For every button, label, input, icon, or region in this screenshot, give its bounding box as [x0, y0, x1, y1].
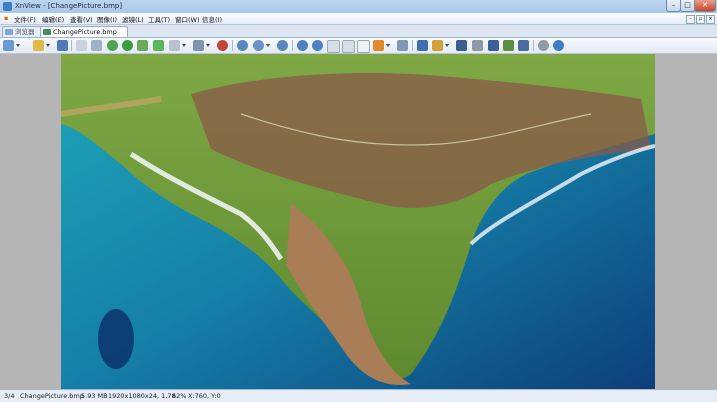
chevron-down-icon[interactable]: [46, 44, 50, 47]
browser-tab-icon: [5, 29, 13, 35]
browse-icon[interactable]: [3, 40, 14, 51]
zoom-fit-icon[interactable]: [253, 40, 264, 51]
chevron-down-icon[interactable]: [445, 44, 449, 47]
chevron-down-icon[interactable]: [386, 44, 390, 47]
menu-document-icon[interactable]: ▪: [4, 14, 8, 22]
adjust-icon[interactable]: [169, 40, 180, 51]
chevron-down-icon[interactable]: [266, 44, 270, 47]
rotate-icon[interactable]: [397, 40, 408, 51]
toolbar-separator: [412, 40, 413, 51]
mdi-close-icon[interactable]: ×: [706, 15, 715, 24]
settings-icon[interactable]: [538, 40, 549, 51]
properties-icon[interactable]: [91, 40, 102, 51]
toolbar-separator: [71, 40, 72, 51]
title-bar[interactable]: XnView - [ChangePicture.bmp] – □ ✕: [0, 0, 717, 13]
menu-file[interactable]: 文件(F): [14, 14, 36, 24]
copy-icon[interactable]: [137, 40, 148, 51]
menu-bar: ▪ 文件(F) 编辑(E) 查看(V) 图像(I) 滤镜(L) 工具(T) 窗口…: [0, 13, 717, 25]
image-index: 3/4: [4, 392, 15, 400]
search-icon[interactable]: [456, 40, 467, 51]
photo-icon[interactable]: [503, 40, 514, 51]
window-title: XnView - [ChangePicture.bmp]: [15, 2, 123, 10]
previous-icon[interactable]: [297, 40, 308, 51]
slideshow-icon[interactable]: [357, 40, 370, 53]
minimize-button[interactable]: –: [666, 0, 681, 12]
next-icon[interactable]: [312, 40, 323, 51]
tab-image-file[interactable]: ChangePicture.bmp: [40, 26, 128, 37]
refresh-icon[interactable]: [122, 40, 133, 51]
xnview-app-icon[interactable]: [3, 2, 12, 11]
globe-icon[interactable]: [107, 40, 118, 51]
chevron-down-icon[interactable]: [182, 44, 186, 47]
status-bar: 3/4 ChangePicture.bmp 5.93 MB 1920x1080x…: [0, 389, 717, 402]
fullscreen-icon[interactable]: [417, 40, 428, 51]
zoom-out-icon[interactable]: [277, 40, 288, 51]
mdi-window-controls: – ▫ ×: [685, 14, 715, 24]
chevron-down-icon[interactable]: [206, 44, 210, 47]
first-icon[interactable]: [327, 40, 340, 53]
scanner-icon[interactable]: [488, 40, 499, 51]
paste-icon[interactable]: [153, 40, 164, 51]
last-icon[interactable]: [342, 40, 355, 53]
toolbar-separator: [292, 40, 293, 51]
menu-window[interactable]: 窗口(W): [175, 14, 200, 24]
photo-canvas[interactable]: [61, 54, 655, 389]
camera-icon[interactable]: [518, 40, 529, 51]
maximize-button[interactable]: □: [680, 0, 695, 12]
status-filesize: 5.93 MB: [81, 392, 108, 400]
status-zoom: 62%: [172, 392, 187, 400]
status-dimensions: 1920x1080x24, 1.78: [108, 392, 176, 400]
resize-icon[interactable]: [193, 40, 204, 51]
menu-info[interactable]: 信息(I): [202, 14, 222, 24]
tab-file-label: ChangePicture.bmp: [53, 28, 117, 36]
mdi-restore-icon[interactable]: ▫: [696, 15, 705, 24]
toolbar-separator: [232, 40, 233, 51]
status-coordinates: X:760, Y:0: [188, 392, 221, 400]
tab-bar: 浏览器 ChangePicture.bmp: [0, 25, 717, 38]
capture-icon[interactable]: [432, 40, 443, 51]
toolbar: [0, 38, 717, 54]
xnview-window: XnView - [ChangePicture.bmp] – □ ✕ ▪ 文件(…: [0, 0, 717, 402]
color-icon[interactable]: [217, 40, 228, 51]
toolbar-separator: [533, 40, 534, 51]
crop-icon[interactable]: [373, 40, 384, 51]
print-icon[interactable]: [472, 40, 483, 51]
info-icon[interactable]: [553, 40, 564, 51]
menu-image[interactable]: 图像(I): [97, 14, 117, 24]
status-filename: ChangePicture.bmp: [20, 392, 84, 400]
mdi-minimize-icon[interactable]: –: [686, 15, 695, 24]
save-icon[interactable]: [57, 40, 68, 51]
image-viewer[interactable]: [0, 54, 717, 389]
chevron-down-icon[interactable]: [16, 44, 20, 47]
print-preview-icon[interactable]: [76, 40, 87, 51]
tab-browser-label: 浏览器: [15, 28, 35, 36]
menu-filter[interactable]: 滤镜(L): [122, 14, 144, 24]
menu-edit[interactable]: 编辑(E): [42, 14, 64, 24]
open-folder-icon[interactable]: [33, 40, 44, 51]
close-button[interactable]: ✕: [694, 0, 716, 12]
menu-tools[interactable]: 工具(T): [148, 14, 170, 24]
image-tab-icon: [43, 29, 51, 35]
menu-view[interactable]: 查看(V): [70, 14, 93, 24]
seabed-shadow: [98, 309, 134, 369]
zoom-in-icon[interactable]: [237, 40, 248, 51]
